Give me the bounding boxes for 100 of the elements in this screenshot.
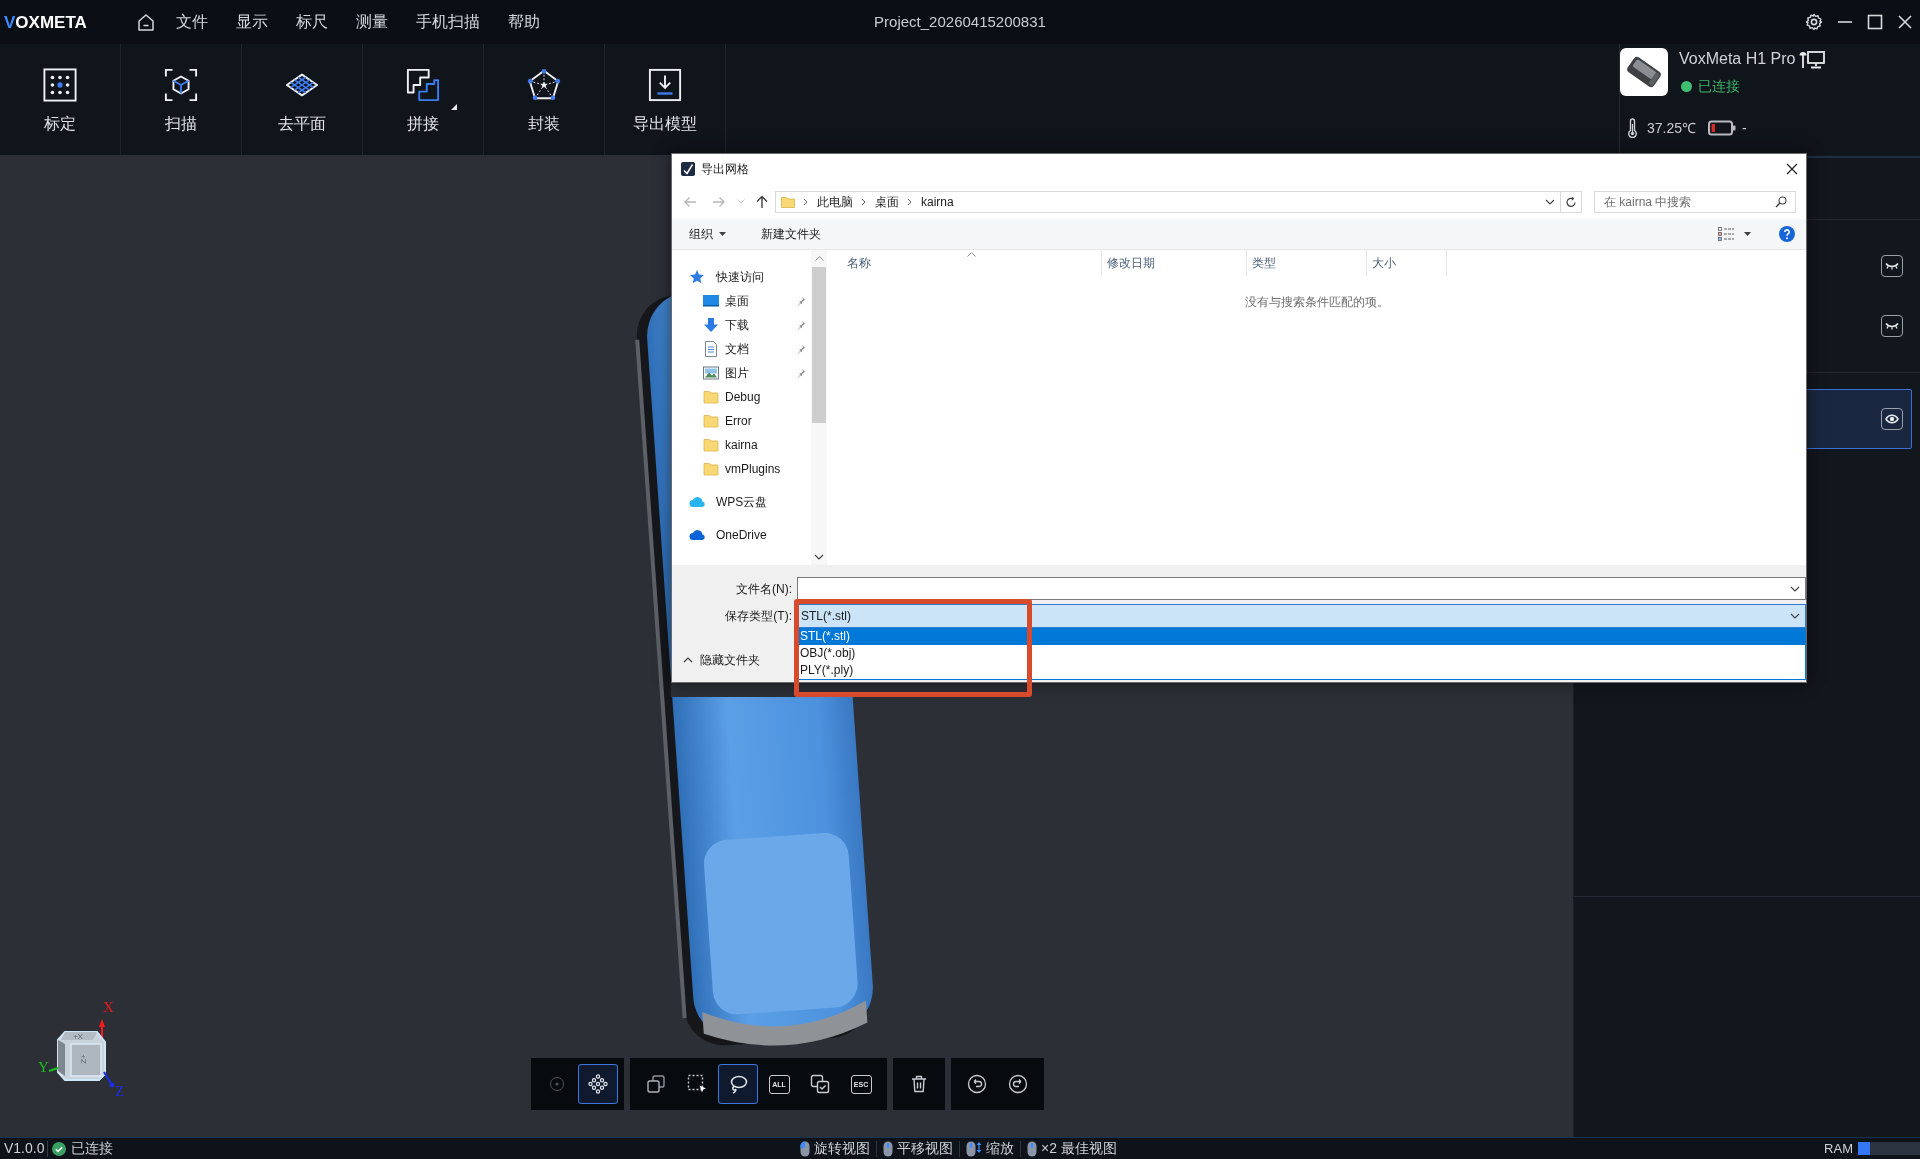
cube-face-label: X+ [73,1032,83,1040]
scroll-down-icon[interactable] [814,553,824,560]
lasso-select-button[interactable] [718,1064,758,1104]
download-arrow-icon [703,317,719,333]
close-icon[interactable] [1786,163,1798,175]
undo-icon [967,1074,987,1094]
cube-scan-icon [164,68,198,102]
window-title: Project_20260415200831 [874,11,1046,32]
nav-item[interactable]: OneDrive [716,526,767,544]
version-label: V1.0.0 [3,1139,45,1158]
nav-item[interactable]: 下载 [725,316,749,334]
document-icon [703,341,719,357]
column-header[interactable]: 修改日期 [1102,250,1247,276]
field-label: 保存类型(T): [724,608,793,625]
visibility-toggle-button[interactable] [1881,408,1903,430]
connection-status: 已连接 [71,1139,114,1158]
hint-label: ×2 最佳视图 [1041,1139,1117,1158]
column-header[interactable]: 大小 [1367,250,1447,276]
nav-item[interactable]: 桌面 [725,292,749,310]
visibility-toggle-button[interactable] [1881,315,1903,337]
settings-icon[interactable] [1805,13,1823,31]
visibility-toggle-button[interactable] [1881,255,1903,277]
scrollbar[interactable] [811,250,827,565]
nav-item[interactable]: 图片 [725,364,749,382]
address-bar[interactable]: 此电脑 桌面 kairna [775,190,1561,213]
file-name-field[interactable] [797,577,1806,600]
app-icon [681,162,695,176]
dialog-title: 导出网格 [701,161,749,178]
column-header[interactable]: 类型 [1247,250,1367,276]
nav-item[interactable]: Error [725,412,752,430]
folder-icon [703,413,719,429]
nav-item[interactable]: kairna [725,436,758,454]
cube-face-label: Z+ [79,1054,88,1064]
command-button[interactable]: 新建文件夹 [761,225,821,243]
hint-label: 旋转视图 [814,1139,870,1158]
nav-item[interactable]: 文档 [725,340,749,358]
dot-cluster-icon [588,1074,608,1094]
view-options-icon[interactable] [1718,227,1734,241]
thermometer-icon [1627,118,1638,138]
nav-item[interactable]: vmPlugins [725,460,781,478]
mouse-wheel-icon [966,1140,982,1157]
caret-icon[interactable] [1744,232,1751,236]
dropdown-option[interactable]: PLY(*.ply) [800,662,854,679]
connection-status: 已连接 [1698,76,1740,96]
hide-folders-button[interactable]: 隐藏文件夹 [683,650,760,670]
nav-item[interactable]: WPS云盘 [716,493,768,511]
cloud-icon [689,527,705,543]
menu-item[interactable]: 标尺 [296,10,328,34]
nav-item[interactable]: 快速访问 [716,268,764,286]
scrollbar-thumb[interactable] [812,267,826,423]
axis-label: Z [115,1084,125,1099]
breadcrumb-chevron-icon [861,197,866,206]
mouse-middle-button-icon [883,1140,893,1157]
menu-item[interactable]: 测量 [356,10,388,34]
dropdown-option[interactable]: OBJ(*.obj) [800,645,856,662]
scroll-up-icon[interactable] [814,256,824,261]
menu-item[interactable]: 帮助 [508,10,540,34]
axis-label: X [103,1000,114,1015]
search-icon [1775,195,1787,208]
axis-label: Y [38,1060,49,1075]
home-icon[interactable] [137,13,155,31]
search-field[interactable]: 在 kairna 中搜索 [1594,190,1796,213]
stair-blocks-icon [406,68,440,102]
pentagon-icon [527,68,561,102]
chevron-down-icon [1790,613,1800,619]
chevron-down-icon [1790,585,1800,592]
help-icon[interactable] [1779,226,1795,242]
chevron-up-icon [683,657,693,663]
stacked-squares-icon [646,1074,666,1094]
point-cloud-button[interactable] [578,1064,618,1104]
refresh-icon [1565,195,1577,208]
menu-item[interactable]: 文件 [176,10,208,34]
nav-item[interactable]: Debug [725,388,761,406]
maximize-icon[interactable] [1867,14,1883,30]
breadcrumb-chevron-icon [907,197,912,206]
refresh-button[interactable] [1561,190,1582,213]
device-name: VoxMeta H1 Pro [1679,49,1796,69]
mouse-left-button-icon [800,1140,810,1157]
up-arrow-icon[interactable] [755,194,769,209]
empty-message: 没有与搜索条件匹配的项。 [1244,294,1389,311]
check-circle-icon [52,1141,67,1156]
folder-icon [703,437,719,453]
dropdown-option[interactable]: STL(*.stl) [798,628,1805,645]
mouse-middle-button-icon [1027,1140,1037,1157]
dashed-rect-cursor-icon [687,1074,707,1094]
breadcrumb-item[interactable]: 此电脑 [817,192,853,211]
menu-item[interactable]: 手机扫描 [416,10,480,34]
save-type-dropdown[interactable]: STL(*.stl) [797,604,1806,628]
breadcrumb-item[interactable]: 桌面 [875,192,899,211]
command-button[interactable]: 组织 [689,225,726,243]
trash-icon [909,1074,929,1094]
desktop-icon [703,293,719,309]
column-header[interactable]: 名称 [827,250,1102,276]
chevron-down-icon[interactable] [1545,198,1555,205]
breadcrumb-item[interactable]: kairna [921,192,954,211]
temperature-reading: 37.25℃ [1647,118,1697,138]
target-dot-icon [549,1076,565,1092]
menu-item[interactable]: 显示 [236,10,268,34]
cloud-icon [689,494,705,510]
layer-item[interactable] [1804,389,1912,449]
